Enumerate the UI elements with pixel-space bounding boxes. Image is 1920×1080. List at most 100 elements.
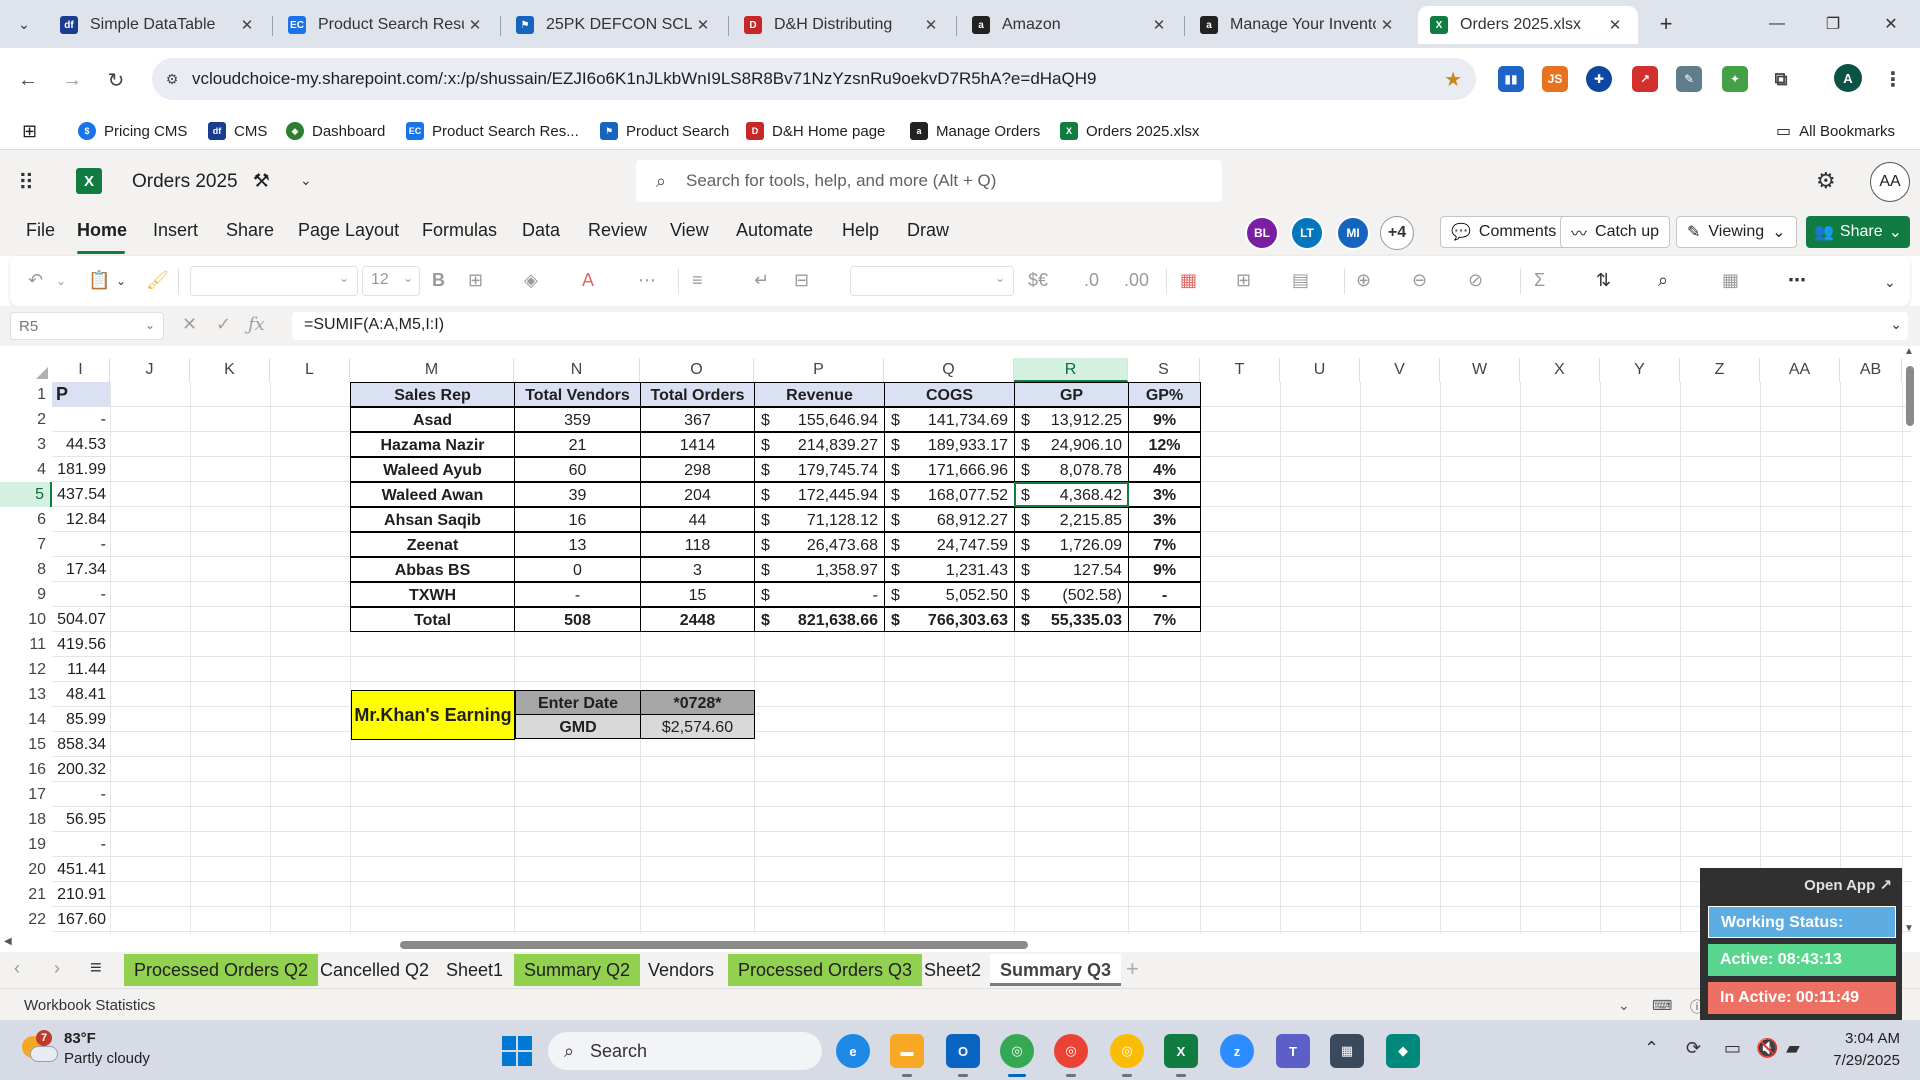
font-name-select[interactable]: ⌄: [190, 266, 358, 296]
column-header[interactable]: J: [110, 358, 190, 382]
total-cell[interactable]: $766,303.63: [884, 607, 1015, 632]
table-cell[interactable]: $24,906.10: [1014, 432, 1129, 457]
row-header[interactable]: 2: [0, 407, 52, 432]
table-cell[interactable]: Abbas BS: [350, 557, 515, 582]
column-header[interactable]: L: [270, 358, 350, 382]
prev-sheet-icon[interactable]: ‹: [14, 958, 20, 979]
window-close-icon[interactable]: ✕: [1868, 4, 1914, 44]
conditional-format-icon[interactable]: ▦: [1180, 270, 1197, 291]
column-header[interactable]: M: [350, 358, 514, 382]
cell[interactable]: 48.41: [52, 682, 110, 707]
kebab-menu-icon[interactable]: ⋮: [1880, 66, 1906, 92]
table-cell[interactable]: 39: [514, 482, 641, 507]
align-icon[interactable]: ≡: [692, 270, 703, 291]
scroll-up-icon[interactable]: ▲: [1904, 346, 1914, 357]
more-commands-icon[interactable]: ⋯: [1788, 270, 1806, 291]
table-cell[interactable]: $1,358.97: [754, 557, 885, 582]
tab-automate[interactable]: Automate: [736, 220, 813, 241]
table-cell[interactable]: 12%: [1128, 432, 1201, 457]
table-cell[interactable]: Waleed Ayub: [350, 457, 515, 482]
borders-icon[interactable]: ⊞: [468, 270, 483, 291]
bold-icon[interactable]: B: [432, 270, 445, 291]
table-cell[interactable]: -: [1128, 582, 1201, 607]
horizontal-scrollbar[interactable]: ◀: [0, 936, 1900, 952]
wrap-text-icon[interactable]: ↵: [754, 270, 769, 291]
row-header[interactable]: 16: [0, 757, 52, 782]
row-header[interactable]: 6: [0, 507, 52, 532]
row-header[interactable]: 19: [0, 832, 52, 857]
spreadsheet-grid[interactable]: I J K L M N O P Q R S T U V W X Y Z AA AB 1 2 3 4 5 6 7 8 9 10 11 12 13…: [0, 346, 1920, 934]
browser-tab-simple-datatable[interactable]: df Simple DataTable ✕: [48, 6, 270, 44]
new-tab-plus-icon[interactable]: +: [1650, 8, 1682, 40]
network-icon[interactable]: ▭: [1724, 1038, 1741, 1059]
column-header[interactable]: X: [1520, 358, 1600, 382]
total-cell[interactable]: 2448: [640, 607, 755, 632]
ribbon-expand-icon[interactable]: ⌄: [1884, 274, 1896, 291]
table-cell[interactable]: 359: [514, 407, 641, 432]
clock-time[interactable]: 3:04 AM: [1820, 1030, 1900, 1047]
cell[interactable]: 858.34: [52, 732, 110, 757]
volume-muted-icon[interactable]: 🔇: [1756, 1038, 1778, 1059]
pdf-extension-icon[interactable]: ↗: [1632, 66, 1658, 92]
font-color-icon[interactable]: A: [582, 270, 594, 291]
table-cell[interactable]: 3%: [1128, 507, 1201, 532]
format-painter-icon[interactable]: 🖌: [146, 270, 169, 291]
row-header[interactable]: 5: [0, 482, 52, 507]
table-header-cell[interactable]: Total Orders: [640, 382, 755, 407]
cell[interactable]: 200.32: [52, 757, 110, 782]
row-header[interactable]: 15: [0, 732, 52, 757]
feather-extension-icon[interactable]: ✎: [1676, 66, 1702, 92]
chevron-down-icon[interactable]: ⌄: [116, 274, 126, 288]
table-cell[interactable]: TXWH: [350, 582, 515, 607]
teams-icon[interactable]: T: [1276, 1034, 1310, 1068]
close-icon[interactable]: ✕: [236, 16, 258, 34]
bookmark-star-icon[interactable]: ★: [1444, 67, 1462, 92]
bookmark-dashboard[interactable]: ◆ Dashboard: [286, 120, 385, 142]
row-header[interactable]: 13: [0, 682, 52, 707]
more-coauthors-badge[interactable]: +4: [1380, 216, 1414, 250]
row-header[interactable]: 20: [0, 857, 52, 882]
cell[interactable]: 12.84: [52, 507, 110, 532]
table-cell[interactable]: 3: [640, 557, 755, 582]
chrome-profile-icon[interactable]: ◎: [1054, 1034, 1088, 1068]
column-header[interactable]: U: [1280, 358, 1360, 382]
table-cell[interactable]: $179,745.74: [754, 457, 885, 482]
cell[interactable]: 419.56: [52, 632, 110, 657]
table-cell[interactable]: $214,839.27: [754, 432, 885, 457]
table-cell[interactable]: -: [514, 582, 641, 607]
column-header[interactable]: V: [1360, 358, 1440, 382]
table-cell[interactable]: $ (502.58): [1014, 582, 1129, 607]
weather-description[interactable]: Partly cloudy: [64, 1050, 150, 1067]
table-cell[interactable]: 15: [640, 582, 755, 607]
edge-icon[interactable]: e: [836, 1034, 870, 1068]
cell[interactable]: P: [52, 382, 110, 407]
all-bookmarks-folder[interactable]: ▭ All Bookmarks: [1776, 120, 1895, 142]
restore-icon[interactable]: ❐: [1810, 4, 1856, 44]
comments-button[interactable]: 💬 Comments: [1440, 216, 1568, 248]
excel-icon[interactable]: X: [1164, 1034, 1198, 1068]
close-icon[interactable]: ✕: [1376, 16, 1398, 34]
profile-avatar[interactable]: A: [1834, 64, 1862, 92]
total-cell[interactable]: $821,638.66: [754, 607, 885, 632]
expand-formula-chevron-icon[interactable]: ⌄: [1890, 316, 1902, 333]
settings-gear-icon[interactable]: ⚙: [1816, 168, 1836, 194]
table-cell[interactable]: Zeenat: [350, 532, 515, 557]
table-header-cell[interactable]: Revenue: [754, 382, 885, 407]
add-ins-icon[interactable]: ▦: [1722, 270, 1739, 291]
sheet-tab-cancelled-q2[interactable]: Cancelled Q2: [310, 954, 439, 986]
table-cell[interactable]: 118: [640, 532, 755, 557]
excel-logo-icon[interactable]: X: [76, 168, 102, 194]
bookmark-product-search[interactable]: ⚑ Product Search: [600, 120, 729, 142]
tab-page-layout[interactable]: Page Layout: [298, 220, 399, 241]
table-cell[interactable]: 9%: [1128, 407, 1201, 432]
coauthor-avatar[interactable]: BL: [1245, 216, 1279, 250]
total-cell[interactable]: Total: [350, 607, 515, 632]
table-cell[interactable]: $ -: [754, 582, 885, 607]
tab-data[interactable]: Data: [522, 220, 560, 241]
chrome-icon[interactable]: ◎: [1000, 1034, 1034, 1068]
close-icon[interactable]: ✕: [464, 16, 486, 34]
table-cell[interactable]: $127.54: [1014, 557, 1129, 582]
chrome-profile-icon[interactable]: ◎: [1110, 1034, 1144, 1068]
cell[interactable]: 437.54: [52, 482, 110, 507]
document-title[interactable]: Orders 2025 ⚒: [132, 170, 270, 193]
